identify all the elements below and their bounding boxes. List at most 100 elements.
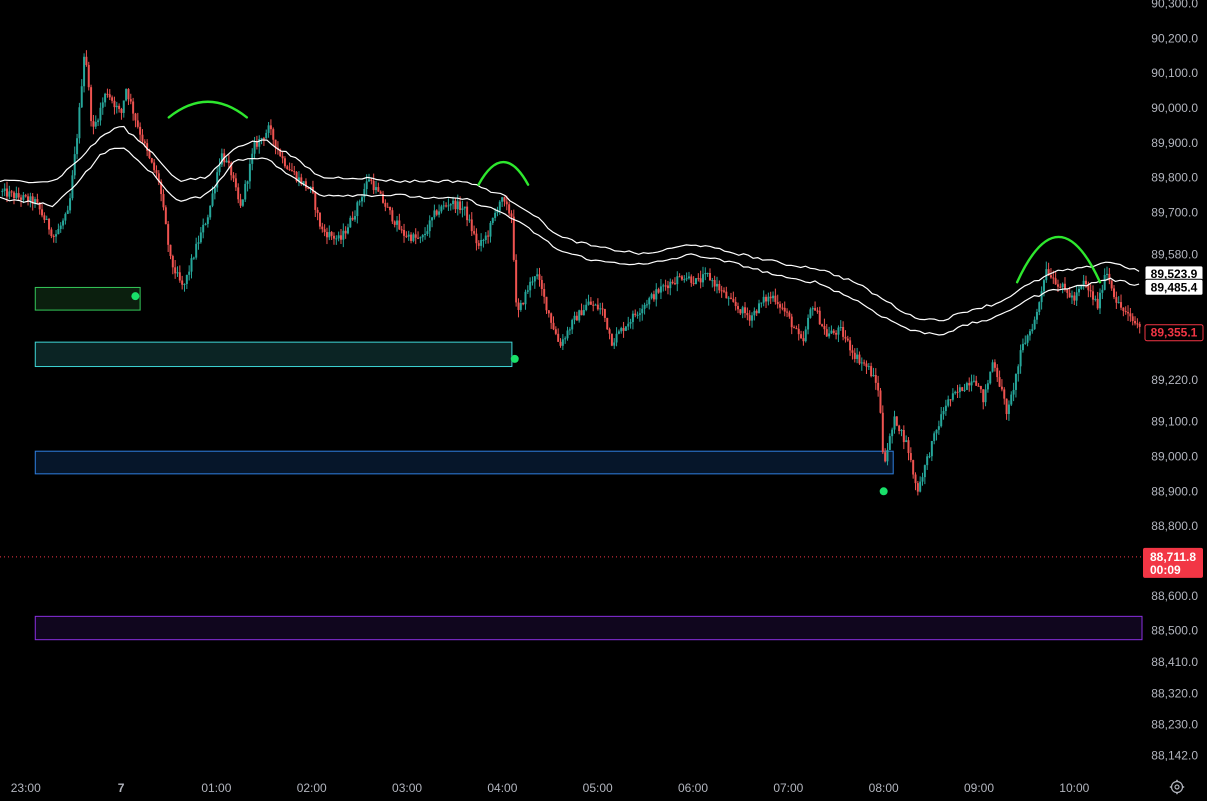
candle xyxy=(884,448,887,463)
candle xyxy=(781,303,784,311)
candle xyxy=(823,318,826,335)
candle xyxy=(867,362,870,371)
candle xyxy=(78,102,81,144)
candle xyxy=(27,193,30,206)
blue-zone[interactable] xyxy=(34,450,894,475)
candle xyxy=(1035,308,1038,325)
candle xyxy=(622,321,625,338)
candle xyxy=(1117,296,1120,304)
candle xyxy=(57,223,60,235)
candle xyxy=(538,267,541,287)
candle xyxy=(1038,301,1041,316)
candle xyxy=(692,276,695,286)
purple-zone[interactable] xyxy=(34,615,1143,641)
candle xyxy=(776,294,779,309)
candle xyxy=(601,302,604,316)
candle xyxy=(398,213,401,230)
candle xyxy=(113,96,116,115)
candle xyxy=(746,307,749,321)
candle xyxy=(480,233,483,252)
candle xyxy=(659,279,662,300)
candle xyxy=(237,183,240,204)
y-tick-label: 88,410.0 xyxy=(1151,655,1198,669)
x-tick-label: 09:00 xyxy=(964,781,994,795)
candle xyxy=(802,331,805,346)
price-chart[interactable]: 90,300.0 90,200.0 90,100.0 90,000.0 89,900.0… xyxy=(0,0,1207,801)
candle xyxy=(197,235,200,250)
time-axis[interactable]: 23:00 7 01:00 02:00 03:00 04:00 05:00 06:00 07:0… xyxy=(11,781,1090,795)
candle xyxy=(339,229,342,245)
candle xyxy=(106,88,109,98)
candle xyxy=(510,210,513,224)
candle xyxy=(351,211,354,221)
candle xyxy=(603,308,606,323)
candle xyxy=(150,157,153,164)
candle xyxy=(1014,373,1017,398)
candle xyxy=(984,384,987,407)
candle xyxy=(55,230,58,244)
candle xyxy=(1108,268,1111,285)
candle xyxy=(463,206,466,216)
candle xyxy=(1138,321,1141,334)
candle xyxy=(930,440,933,462)
candle xyxy=(575,311,578,321)
candle xyxy=(120,107,123,120)
price-axis[interactable]: 90,300.0 90,200.0 90,100.0 90,000.0 89,900.0… xyxy=(1151,0,1198,762)
candle xyxy=(489,221,492,243)
candle xyxy=(944,399,947,416)
candle xyxy=(774,288,777,305)
candle xyxy=(358,199,361,206)
candle xyxy=(753,307,756,321)
candle xyxy=(162,189,165,211)
candle xyxy=(487,230,490,244)
y-tick-label: 88,800.0 xyxy=(1151,519,1198,533)
candle xyxy=(1054,271,1057,285)
candle xyxy=(1024,335,1027,345)
candle xyxy=(552,316,555,331)
candle xyxy=(122,100,125,118)
candle xyxy=(43,212,46,223)
candle xyxy=(982,389,985,410)
candle xyxy=(676,271,679,292)
candle xyxy=(169,244,172,260)
candle xyxy=(961,386,964,392)
candle xyxy=(92,114,95,135)
candle xyxy=(1136,318,1139,329)
green-zone[interactable] xyxy=(34,286,141,311)
candle xyxy=(293,165,296,176)
candle xyxy=(466,201,469,227)
arc-annotations xyxy=(167,100,1102,284)
candle xyxy=(426,224,429,237)
candle xyxy=(566,326,569,341)
candle xyxy=(1101,284,1104,300)
candle xyxy=(407,230,410,241)
candle xyxy=(739,309,742,315)
candle xyxy=(1124,306,1127,315)
candle xyxy=(725,286,728,299)
candle xyxy=(986,379,989,393)
candle xyxy=(825,324,828,337)
settings-icon[interactable] xyxy=(1166,776,1188,798)
candle xyxy=(958,384,961,399)
candle xyxy=(428,215,431,238)
candle xyxy=(13,190,16,205)
candle xyxy=(641,304,644,321)
candle xyxy=(919,476,922,493)
y-tick-label: 88,230.0 xyxy=(1151,718,1198,732)
candle xyxy=(1134,316,1137,326)
upper-band xyxy=(0,125,1140,322)
candle xyxy=(669,278,672,296)
candle xyxy=(90,84,93,127)
candle xyxy=(718,280,721,294)
candle xyxy=(325,227,328,245)
candle xyxy=(178,265,181,283)
candle xyxy=(533,276,536,289)
candle xyxy=(379,190,382,194)
candle xyxy=(475,228,478,251)
candle xyxy=(220,148,223,167)
candle xyxy=(706,272,709,277)
candle xyxy=(769,291,772,305)
candle xyxy=(372,173,375,194)
cyan-zone[interactable] xyxy=(34,341,513,368)
candle xyxy=(968,377,971,392)
